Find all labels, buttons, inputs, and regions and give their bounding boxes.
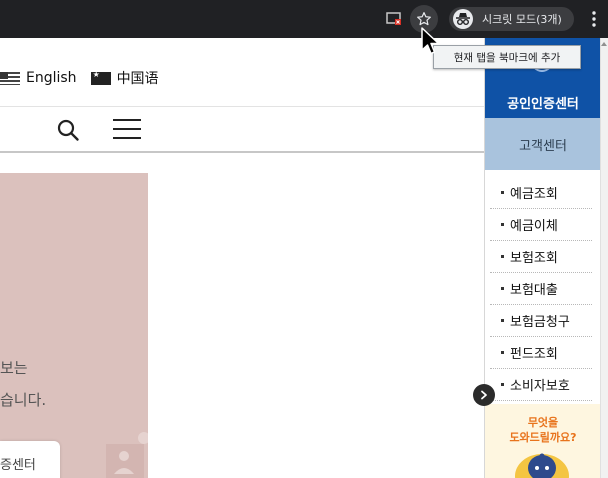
bullet-icon <box>501 191 504 194</box>
cert-center-label: 공인인증센터 <box>507 97 579 112</box>
bullet-icon <box>501 383 504 386</box>
chevron-right-icon[interactable] <box>473 384 495 406</box>
bullet-icon <box>501 287 504 290</box>
browser-toolbar: 시크릿 모드(3개) <box>0 0 608 38</box>
lang-chinese-link[interactable]: 中国语 <box>117 68 159 88</box>
us-flag-icon <box>0 71 20 85</box>
quick-menu-panel: 공인인증센터 고객센터 예금조회 예금이체 보험조회 보험대출 보험금청구 펀드… <box>484 38 601 478</box>
bullet-icon <box>501 223 504 226</box>
quick-menu-label: 보험조회 <box>510 251 558 266</box>
quick-menu-item[interactable]: 보험대출 <box>490 273 592 305</box>
lang-english-link[interactable]: English <box>26 70 77 86</box>
quick-menu-label: 소비자보호 <box>510 379 570 394</box>
customer-center-button[interactable]: 고객센터 <box>485 118 601 170</box>
incognito-profile-button[interactable]: 시크릿 모드(3개) <box>449 7 574 31</box>
promo-line1: 무엇을 <box>527 416 559 429</box>
chatbot-character-icon <box>515 453 569 478</box>
quick-menu-item[interactable]: 보험조회 <box>490 241 592 273</box>
page-scrollbar[interactable] <box>600 38 608 478</box>
kebab-menu-icon[interactable] <box>586 9 602 29</box>
quick-menu-label: 보험대출 <box>510 283 558 298</box>
incognito-label: 시크릿 모드(3개) <box>482 13 562 26</box>
scroll-up-arrow-icon[interactable] <box>600 40 608 48</box>
quick-menu-item[interactable]: 예금조회 <box>490 177 592 209</box>
language-selector: English 中国语 <box>0 66 159 90</box>
incognito-icon <box>453 9 473 29</box>
bullet-icon <box>501 255 504 258</box>
bookmark-tooltip: 현재 탭을 북마크에 추가 <box>433 45 581 69</box>
promo-line2: 도와드릴까요? <box>509 431 577 444</box>
mouse-cursor-icon <box>421 27 440 55</box>
quick-menu-label: 펀드조회 <box>510 347 558 362</box>
bullet-icon <box>501 351 504 354</box>
search-icon[interactable] <box>56 118 80 142</box>
banner-card[interactable]: 증센터 <box>0 441 60 478</box>
bullet-icon <box>501 319 504 322</box>
quick-menu-item[interactable]: 소비자보호 <box>490 369 592 401</box>
quick-menu-item[interactable]: 펀드조회 <box>490 337 592 369</box>
help-chatbot-promo[interactable]: 무엇을 도와드릴까요? <box>485 404 601 478</box>
banner-text-line2: 습니다. <box>0 391 47 409</box>
nav-divider <box>0 151 485 153</box>
header-divider <box>0 106 485 107</box>
cast-icon[interactable] <box>385 10 403 28</box>
person-illustration-icon <box>106 432 148 478</box>
cn-flag-icon <box>90 70 111 85</box>
banner-text-line1: 보는 <box>0 359 28 377</box>
quick-menu-label: 예금이체 <box>510 219 558 234</box>
quick-menu-list: 예금조회 예금이체 보험조회 보험대출 보험금청구 펀드조회 소비자보호 <box>490 177 592 401</box>
quick-menu-label: 보험금청구 <box>510 315 570 330</box>
quick-menu-item[interactable]: 보험금청구 <box>490 305 592 337</box>
quick-menu-item[interactable]: 예금이체 <box>490 209 592 241</box>
quick-menu-label: 예금조회 <box>510 187 558 202</box>
hamburger-menu-icon[interactable] <box>113 119 141 139</box>
